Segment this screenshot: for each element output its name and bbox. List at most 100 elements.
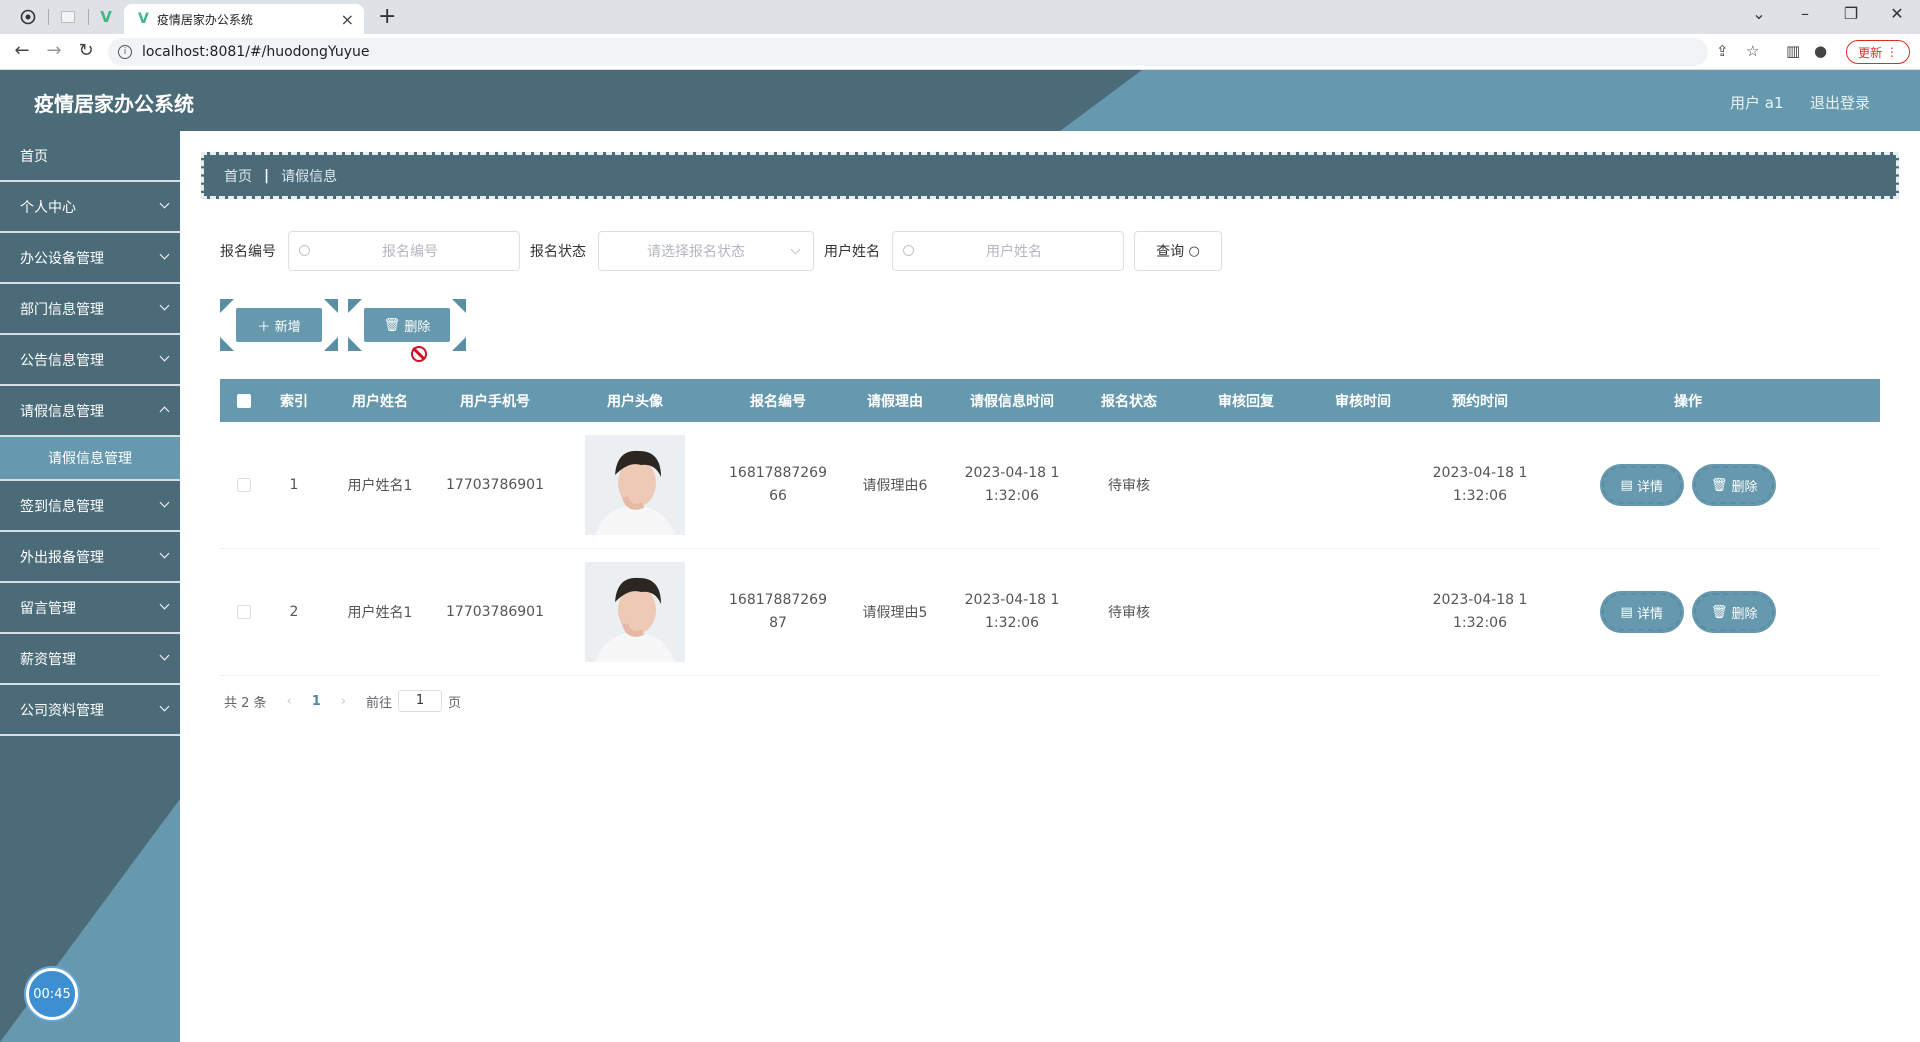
share-icon[interactable]: ⇪ <box>1716 42 1729 60</box>
user-avatar <box>585 562 685 662</box>
breadcrumb-home[interactable]: 首页 <box>224 166 252 186</box>
col-header: 审核时间 <box>1335 393 1391 410</box>
leave-reason: 请假理由6 <box>862 478 928 494</box>
timer-badge[interactable]: 00:45 <box>26 968 78 1020</box>
breadcrumb-current: 请假信息 <box>281 168 338 185</box>
sidebar-item-profile[interactable]: 个人中心 <box>0 182 180 233</box>
col-header: 操作 <box>1674 393 1702 410</box>
chevron-down-icon <box>159 599 170 610</box>
sidebar-subitem-leave[interactable]: 请假信息管理 <box>0 437 180 481</box>
forward-icon[interactable]: → <box>42 40 66 61</box>
signup-status: 待审核 <box>1108 605 1150 621</box>
total-count: 共 2 条 <box>224 695 267 711</box>
close-window-icon[interactable]: ✕ <box>1882 4 1912 23</box>
select-all-checkbox[interactable] <box>237 393 251 408</box>
chevron-down-icon <box>159 548 170 559</box>
breadcrumb: 首页 | 请假信息 <box>201 152 1899 199</box>
row-checkbox[interactable] <box>237 478 251 492</box>
sidebar-item-leave[interactable]: 请假信息管理 <box>0 386 180 437</box>
app-title: 疫情居家办公系统 <box>34 92 194 116</box>
tab-close-icon[interactable]: × <box>341 10 354 29</box>
signup-status-select[interactable]: 请选择报名状态 <box>598 231 814 271</box>
current-user-label: 用户 a1 <box>1730 94 1784 112</box>
restore-icon[interactable]: ❐ <box>1836 4 1866 23</box>
pagination: 共 2 条 ‹ 1 › 前往 1 页 <box>224 690 461 712</box>
sidebar-item-department[interactable]: 部门信息管理 <box>0 284 180 335</box>
row-checkbox[interactable] <box>237 605 251 619</box>
signup-code: 16817887269 <box>729 592 827 608</box>
sidebar-item-outing[interactable]: 外出报备管理 <box>0 532 180 583</box>
user-name-label: 用户姓名 <box>824 244 880 260</box>
site-info-icon[interactable]: i <box>118 45 132 59</box>
document-icon: ▤ <box>1620 604 1637 620</box>
chevron-down-icon <box>159 249 170 260</box>
tab-icon-vue[interactable]: V <box>92 6 120 28</box>
tab-title: 疫情居家办公系统 <box>156 12 253 27</box>
batch-delete-button[interactable]: 🗑 删除 <box>348 299 466 351</box>
detail-button[interactable]: ▤ 详情 <box>1601 466 1682 504</box>
detail-button[interactable]: ▤ 详情 <box>1601 593 1682 631</box>
back-icon[interactable]: ← <box>10 40 34 61</box>
signup-status: 待审核 <box>1108 478 1150 494</box>
tab-active[interactable]: V 疫情居家办公系统 × <box>124 4 364 34</box>
vue-logo-icon: V <box>138 11 149 27</box>
delete-button[interactable]: 🗑 删除 <box>1694 593 1775 631</box>
user-phone: 17703786901 <box>446 604 544 620</box>
sidebar-item-notice[interactable]: 公告信息管理 <box>0 335 180 386</box>
side-panel-icon[interactable]: ▥ <box>1786 42 1800 60</box>
query-button[interactable]: 查询 ○ <box>1134 231 1222 271</box>
sidebar-item-equipment[interactable]: 办公设备管理 <box>0 233 180 284</box>
add-button[interactable]: ＋ 新增 <box>220 299 338 351</box>
chevron-down-icon <box>159 300 170 311</box>
sidebar: 首页 个人中心 办公设备管理 部门信息管理 公告信息管理 请假信息管理 请假信息… <box>0 131 180 1042</box>
prev-page-icon[interactable]: ‹ <box>287 694 292 709</box>
col-header: 审核回复 <box>1218 393 1274 410</box>
table-row: 1 用户姓名1 17703786901 16817887269 66 请假理由6 … <box>220 422 1880 549</box>
minimize-icon[interactable]: – <box>1790 4 1820 23</box>
sidebar-item-checkin[interactable]: 签到信息管理 <box>0 481 180 532</box>
sidebar-item-messages[interactable]: 留言管理 <box>0 583 180 634</box>
tab-icon-2[interactable] <box>54 6 82 28</box>
chevron-up-icon <box>159 406 170 417</box>
next-page-icon[interactable]: › <box>341 694 346 709</box>
sidebar-item-company-docs[interactable]: 公司资料管理 <box>0 685 180 736</box>
trash-icon: 🗑 <box>1710 477 1732 493</box>
trash-icon: 🗑 <box>383 317 405 333</box>
bookmark-star-icon[interactable]: ☆ <box>1746 42 1759 60</box>
profile-icon[interactable]: ● <box>1814 42 1827 60</box>
tab-search-icon[interactable]: ⌄ <box>1744 4 1774 23</box>
tab-icon-1[interactable] <box>14 6 42 28</box>
signup-code-cont: 66 <box>769 488 787 504</box>
delete-button[interactable]: 🗑 删除 <box>1694 466 1775 504</box>
leave-reason: 请假理由5 <box>862 605 928 621</box>
col-header: 预约时间 <box>1452 393 1508 410</box>
user-name: 用户姓名1 <box>347 605 413 621</box>
address-bar: ← → ↻ i localhost:8081/#/huodongYuyue ⇪ … <box>0 34 1920 70</box>
sidebar-item-home[interactable]: 首页 <box>0 131 180 182</box>
goto-page-input[interactable]: 1 <box>398 690 443 712</box>
signup-code-input[interactable]: 报名编号 <box>288 231 520 271</box>
col-header: 报名状态 <box>1101 393 1157 410</box>
leave-time-cont: 1:32:06 <box>985 488 1039 504</box>
leave-time: 2023-04-18 1 <box>964 592 1060 608</box>
search-icon: ○ <box>1188 243 1200 259</box>
update-button[interactable]: 更新 ⋮ <box>1846 40 1910 64</box>
new-tab-icon[interactable]: + <box>378 4 396 29</box>
logout-link[interactable]: 退出登录 <box>1810 92 1870 113</box>
page-number[interactable]: 1 <box>312 694 321 709</box>
url-field[interactable]: i localhost:8081/#/huodongYuyue <box>108 38 1708 66</box>
sidebar-item-salary[interactable]: 薪资管理 <box>0 634 180 685</box>
reload-icon[interactable]: ↻ <box>74 40 98 61</box>
user-avatar <box>585 435 685 535</box>
col-header: 用户姓名 <box>352 393 408 410</box>
col-header: 用户头像 <box>607 393 663 410</box>
user-name-input[interactable]: 用户姓名 <box>892 231 1124 271</box>
signup-code: 16817887269 <box>729 465 827 481</box>
col-header: 请假理由 <box>867 393 923 410</box>
user-phone: 17703786901 <box>446 477 544 493</box>
col-header: 用户手机号 <box>460 393 530 410</box>
goto-prefix: 前往 <box>366 695 393 711</box>
document-icon: ▤ <box>1620 477 1637 493</box>
chevron-down-icon <box>159 497 170 508</box>
col-header: 报名编号 <box>750 393 806 410</box>
